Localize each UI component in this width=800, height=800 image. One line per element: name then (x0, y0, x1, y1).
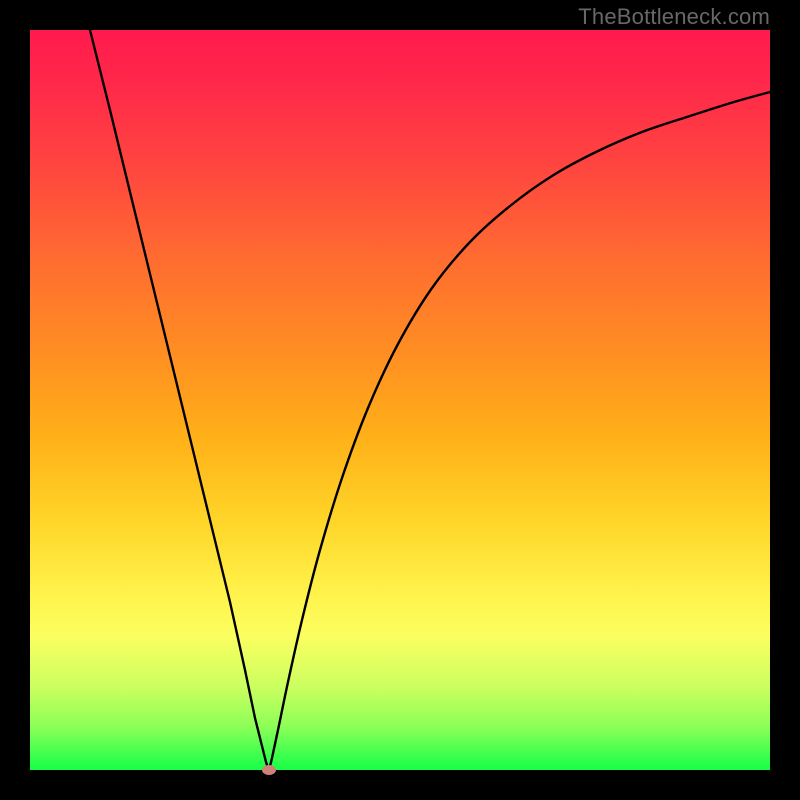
curve-right-branch (269, 92, 770, 770)
minimum-marker-icon (262, 765, 276, 775)
chart-frame: TheBottleneck.com (0, 0, 800, 800)
curve-left-branch (90, 30, 269, 770)
watermark-text: TheBottleneck.com (578, 4, 770, 30)
bottleneck-curve (30, 30, 770, 770)
plot-area (30, 30, 770, 770)
